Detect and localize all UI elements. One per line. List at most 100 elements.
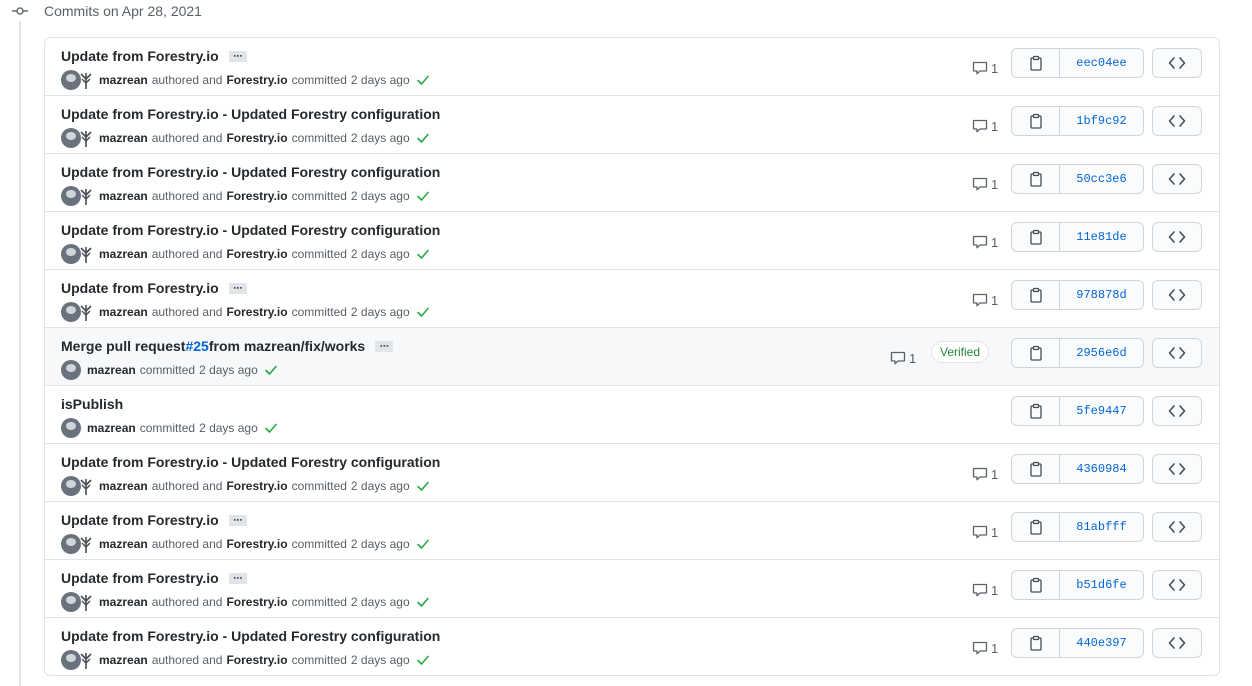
author-avatar[interactable] xyxy=(61,534,81,554)
commit-sha-link[interactable]: 440e397 xyxy=(1060,629,1143,657)
author-avatar[interactable] xyxy=(61,128,81,148)
author-avatar[interactable] xyxy=(61,244,81,264)
commit-message-link[interactable]: Update from Forestry.io - Updated Forest… xyxy=(61,164,440,180)
copy-sha-button[interactable] xyxy=(1012,281,1060,309)
author-avatar[interactable] xyxy=(61,360,81,380)
browse-repo-button[interactable] xyxy=(1152,338,1202,368)
forestry-avatar-icon[interactable] xyxy=(79,186,93,206)
expand-message-button[interactable]: ⋯ xyxy=(375,340,394,352)
copy-sha-button[interactable] xyxy=(1012,629,1060,657)
author-link[interactable]: mazrean xyxy=(87,421,136,435)
expand-message-button[interactable]: ⋯ xyxy=(228,514,247,526)
commit-message-link[interactable]: Update from Forestry.io - Updated Forest… xyxy=(61,454,440,470)
author-link[interactable]: mazrean xyxy=(99,653,148,667)
comment-count-link[interactable]: 1 xyxy=(972,292,998,308)
forestry-avatar-icon[interactable] xyxy=(79,302,93,322)
commit-message-suffix[interactable]: from mazrean/fix/works xyxy=(209,338,365,354)
commit-message-link[interactable]: isPublish xyxy=(61,396,123,412)
check-icon[interactable] xyxy=(416,653,430,667)
coauthor-link[interactable]: Forestry.io xyxy=(226,73,287,87)
copy-sha-button[interactable] xyxy=(1012,339,1060,367)
commit-message-prefix[interactable]: Merge pull request xyxy=(61,338,185,354)
browse-repo-button[interactable] xyxy=(1152,512,1202,542)
author-link[interactable]: mazrean xyxy=(87,363,136,377)
commit-sha-link[interactable]: b51d6fe xyxy=(1060,571,1143,599)
copy-sha-button[interactable] xyxy=(1012,455,1060,483)
browse-repo-button[interactable] xyxy=(1152,164,1202,194)
browse-repo-button[interactable] xyxy=(1152,396,1202,426)
comment-count-link[interactable]: 1 xyxy=(972,524,998,540)
author-avatar[interactable] xyxy=(61,418,81,438)
comment-count-link[interactable]: 1 xyxy=(972,176,998,192)
forestry-avatar-icon[interactable] xyxy=(79,244,93,264)
commit-sha-link[interactable]: 1bf9c92 xyxy=(1060,107,1143,135)
check-icon[interactable] xyxy=(416,537,430,551)
coauthor-link[interactable]: Forestry.io xyxy=(226,131,287,145)
comment-count-link[interactable]: 1 xyxy=(972,60,998,76)
comment-count-link[interactable]: 1 xyxy=(972,640,998,656)
comment-count-link[interactable]: 1 xyxy=(972,466,998,482)
author-avatar[interactable] xyxy=(61,592,81,612)
author-link[interactable]: mazrean xyxy=(99,189,148,203)
coauthor-link[interactable]: Forestry.io xyxy=(226,537,287,551)
check-icon[interactable] xyxy=(416,131,430,145)
copy-sha-button[interactable] xyxy=(1012,107,1060,135)
forestry-avatar-icon[interactable] xyxy=(79,476,93,496)
check-icon[interactable] xyxy=(416,305,430,319)
browse-repo-button[interactable] xyxy=(1152,280,1202,310)
forestry-avatar-icon[interactable] xyxy=(79,592,93,612)
author-avatar[interactable] xyxy=(61,476,81,496)
browse-repo-button[interactable] xyxy=(1152,628,1202,658)
browse-repo-button[interactable] xyxy=(1152,106,1202,136)
comment-count-link[interactable]: 1 xyxy=(972,234,998,250)
coauthor-link[interactable]: Forestry.io xyxy=(226,189,287,203)
expand-message-button[interactable]: ⋯ xyxy=(228,282,247,294)
check-icon[interactable] xyxy=(264,421,278,435)
comment-count-link[interactable]: 1 xyxy=(972,118,998,134)
forestry-avatar-icon[interactable] xyxy=(79,534,93,554)
coauthor-link[interactable]: Forestry.io xyxy=(226,595,287,609)
author-avatar[interactable] xyxy=(61,186,81,206)
author-avatar[interactable] xyxy=(61,650,81,670)
copy-sha-button[interactable] xyxy=(1012,165,1060,193)
check-icon[interactable] xyxy=(264,363,278,377)
commit-sha-link[interactable]: 978878d xyxy=(1060,281,1143,309)
coauthor-link[interactable]: Forestry.io xyxy=(226,479,287,493)
check-icon[interactable] xyxy=(416,247,430,261)
expand-message-button[interactable]: ⋯ xyxy=(228,50,247,62)
coauthor-link[interactable]: Forestry.io xyxy=(226,305,287,319)
comment-count-link[interactable]: 1 xyxy=(890,350,916,366)
commit-sha-link[interactable]: 4360984 xyxy=(1060,455,1143,483)
check-icon[interactable] xyxy=(416,595,430,609)
author-link[interactable]: mazrean xyxy=(99,73,148,87)
commit-message-link[interactable]: Update from Forestry.io xyxy=(61,570,219,586)
author-link[interactable]: mazrean xyxy=(99,479,148,493)
browse-repo-button[interactable] xyxy=(1152,222,1202,252)
copy-sha-button[interactable] xyxy=(1012,397,1060,425)
copy-sha-button[interactable] xyxy=(1012,513,1060,541)
commit-sha-link[interactable]: 2956e6d xyxy=(1060,339,1143,367)
browse-repo-button[interactable] xyxy=(1152,48,1202,78)
author-avatar[interactable] xyxy=(61,70,81,90)
commit-sha-link[interactable]: 50cc3e6 xyxy=(1060,165,1143,193)
browse-repo-button[interactable] xyxy=(1152,570,1202,600)
coauthor-link[interactable]: Forestry.io xyxy=(226,653,287,667)
commit-sha-link[interactable]: 5fe9447 xyxy=(1060,397,1143,425)
commit-message-link[interactable]: Update from Forestry.io xyxy=(61,512,219,528)
commit-sha-link[interactable]: 11e81de xyxy=(1060,223,1143,251)
author-link[interactable]: mazrean xyxy=(99,247,148,261)
expand-message-button[interactable]: ⋯ xyxy=(228,572,247,584)
browse-repo-button[interactable] xyxy=(1152,454,1202,484)
author-link[interactable]: mazrean xyxy=(99,305,148,319)
commit-message-link[interactable]: Update from Forestry.io - Updated Forest… xyxy=(61,628,440,644)
copy-sha-button[interactable] xyxy=(1012,49,1060,77)
check-icon[interactable] xyxy=(416,479,430,493)
commit-sha-link[interactable]: 81abfff xyxy=(1060,513,1143,541)
copy-sha-button[interactable] xyxy=(1012,223,1060,251)
forestry-avatar-icon[interactable] xyxy=(79,650,93,670)
pr-link[interactable]: #25 xyxy=(185,338,208,354)
commit-sha-link[interactable]: eec04ee xyxy=(1060,49,1143,77)
forestry-avatar-icon[interactable] xyxy=(79,70,93,90)
forestry-avatar-icon[interactable] xyxy=(79,128,93,148)
commit-message-link[interactable]: Update from Forestry.io - Updated Forest… xyxy=(61,106,440,122)
